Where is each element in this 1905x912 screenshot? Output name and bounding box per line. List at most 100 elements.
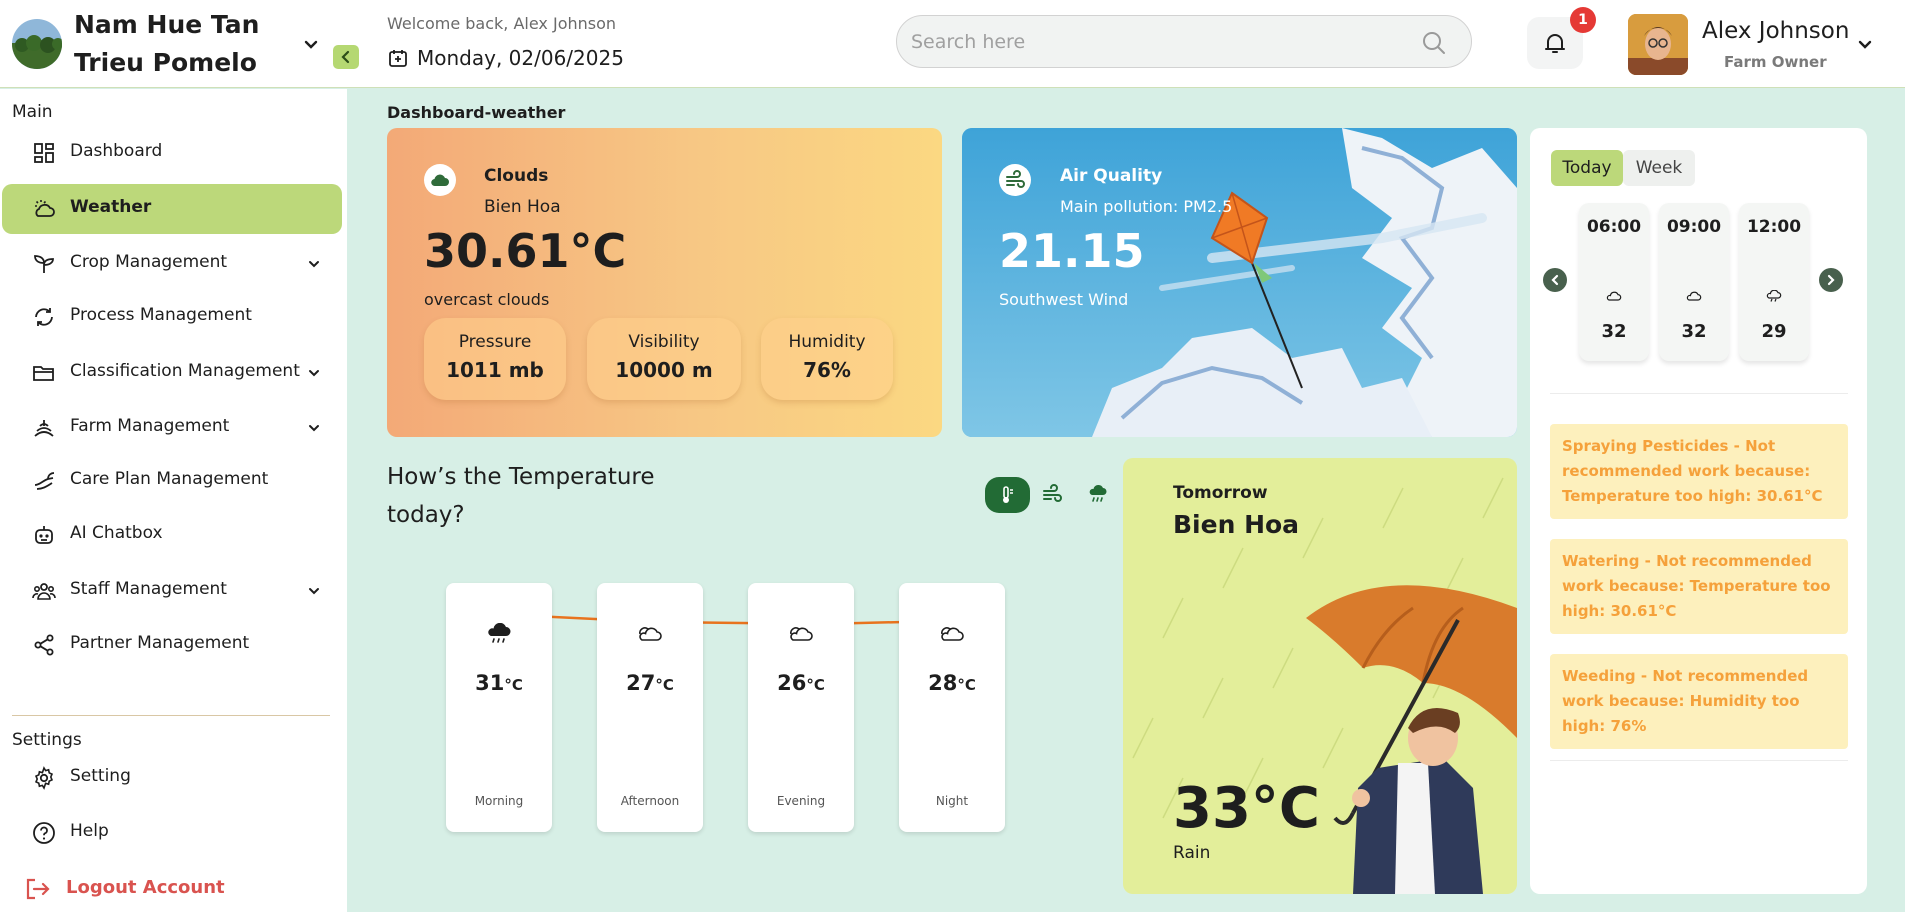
sidebar-item-label: Staff Management <box>70 579 227 599</box>
search-icon[interactable] <box>1421 30 1447 56</box>
cloud-icon <box>1686 290 1702 302</box>
hourly-forecast-card: 12:00 29 <box>1739 203 1809 361</box>
sidebar-item-label: Classification Management <box>70 361 300 381</box>
air-quality-value: 21.15 <box>999 224 1145 278</box>
current-weather-card: Clouds Bien Hoa 30.61°C overcast clouds … <box>387 128 942 437</box>
sidebar-item-farm-management[interactable]: Farm Management <box>2 403 342 453</box>
work-warning: Spraying Pesticides - Not recommended wo… <box>1550 424 1848 519</box>
stat-value: 10000 m <box>615 358 713 382</box>
hour-temperature: 29 <box>1761 321 1787 342</box>
sidebar-item-help[interactable]: Help <box>2 808 342 858</box>
logout-label: Logout Account <box>66 877 225 898</box>
stat-label: Visibility <box>628 332 700 352</box>
collapse-sidebar-button[interactable] <box>333 45 359 69</box>
sidebar-item-label: Weather <box>70 197 152 217</box>
stat-value: 76% <box>803 358 851 382</box>
work-warning: Weeding - Not recommended work because: … <box>1550 654 1848 749</box>
stat-value: 1011 mb <box>446 358 544 382</box>
previous-hours-button[interactable] <box>1543 268 1567 292</box>
air-quality-title: Air Quality <box>1060 166 1163 186</box>
sidebar-item-setting[interactable]: Setting <box>2 753 342 803</box>
sidebar-item-staff-management[interactable]: Staff Management <box>2 566 342 616</box>
logout-button[interactable]: Logout Account <box>2 869 342 909</box>
sidebar-divider <box>12 715 330 716</box>
sidebar-item-label: Care Plan Management <box>70 469 269 489</box>
weather-icon <box>32 197 56 221</box>
stat-label: Humidity <box>788 332 866 352</box>
sidebar-item-care-plan-management[interactable]: Care Plan Management <box>2 456 342 506</box>
sidebar-item-weather[interactable]: Weather <box>2 184 342 234</box>
tomorrow-forecast-card: Tomorrow Bien Hoa 33°C Rain <box>1123 458 1517 894</box>
avatar[interactable] <box>1628 14 1688 75</box>
temperature-card-afternoon: 27°C Afternoon <box>597 583 703 832</box>
temperature-card-evening: 26°C Evening <box>748 583 854 832</box>
leaf-hand-icon <box>32 469 56 493</box>
sidebar-item-partner-management[interactable]: Partner Management <box>2 620 342 670</box>
farm-icon <box>32 416 56 440</box>
temperature-card-morning: 31°C Morning <box>446 583 552 832</box>
tab-today[interactable]: Today <box>1551 150 1623 186</box>
wind-icon <box>999 164 1031 196</box>
user-name: Alex Johnson <box>1702 18 1850 44</box>
section-label-settings: Settings <box>12 730 82 750</box>
cloud-sun-icon <box>636 623 664 645</box>
hourly-forecast-card: 09:00 32 <box>1659 203 1729 361</box>
sidebar-item-classification-management[interactable]: Classification Management <box>2 348 342 398</box>
chevron-down-icon <box>305 364 323 382</box>
farm-chevron-down-icon[interactable] <box>300 34 322 56</box>
user-role: Farm Owner <box>1724 53 1827 71</box>
hourly-forecast-card: 06:00 32 <box>1579 203 1649 361</box>
user-menu-chevron-down-icon[interactable] <box>1854 34 1876 56</box>
chevron-down-icon <box>305 419 323 437</box>
help-icon <box>32 821 56 845</box>
sidebar-item-label: Help <box>70 821 109 841</box>
temperature-heading: How’s the Temperature today? <box>387 464 655 528</box>
period-label: Afternoon <box>620 794 680 808</box>
cloud-sun-icon <box>938 623 966 645</box>
page-title: Dashboard-weather <box>387 103 566 122</box>
temperature-card-night: 28°C Night <box>899 583 1005 832</box>
current-date: Monday, 02/06/2025 <box>417 46 624 70</box>
city-name: Bien Hoa <box>484 197 561 217</box>
bell-icon <box>1542 30 1568 56</box>
work-warning: Watering - Not recommended work because:… <box>1550 539 1848 634</box>
cloud-sun-icon <box>787 623 815 645</box>
sidebar-item-label: Partner Management <box>70 633 250 653</box>
sidebar-item-process-management[interactable]: Process Management <box>2 292 342 342</box>
top-header: Nam Hue Tan Trieu Pomelo Welcome back, A… <box>0 0 1905 88</box>
logout-icon <box>24 875 52 903</box>
sidebar-item-label: Farm Management <box>70 416 230 436</box>
cloud-rain-icon <box>485 623 513 645</box>
rain-toggle-icon[interactable] <box>1088 484 1108 504</box>
temperature-toggle-button[interactable] <box>985 477 1030 513</box>
temperature-value: 31°C <box>475 671 523 695</box>
weather-condition: Clouds <box>484 166 549 186</box>
period-label: Night <box>935 794 969 808</box>
kite-sky-illustration <box>962 128 1517 437</box>
hour-time: 09:00 <box>1666 217 1722 237</box>
farm-logo <box>12 19 62 69</box>
next-hours-button[interactable] <box>1819 268 1843 292</box>
wind-direction: Southwest Wind <box>999 290 1129 309</box>
search-input[interactable] <box>911 28 1411 56</box>
farm-name: Nam Hue Tan Trieu Pomelo <box>74 10 260 77</box>
chevron-down-icon <box>305 255 323 273</box>
forecast-panel: Today Week 06:00 32 09:00 32 12:00 29 Sp… <box>1530 128 1867 894</box>
sidebar-item-crop-management[interactable]: Crop Management <box>2 239 342 289</box>
panel-divider <box>1550 393 1848 394</box>
tomorrow-temperature: 33°C <box>1173 776 1321 841</box>
search-bar <box>896 15 1472 68</box>
pressure-stat: Pressure 1011 mb <box>424 318 566 400</box>
chevron-left-icon <box>1551 274 1559 286</box>
robot-icon <box>32 523 56 547</box>
dashboard-icon <box>32 141 56 165</box>
cloud-rain-icon <box>1766 290 1782 302</box>
panel-divider <box>1550 760 1848 761</box>
sidebar-item-dashboard[interactable]: Dashboard <box>2 128 342 178</box>
folder-icon <box>32 361 56 385</box>
wind-toggle-icon[interactable] <box>1042 484 1062 504</box>
hour-temperature: 32 <box>1601 321 1627 342</box>
tab-week[interactable]: Week <box>1623 150 1695 186</box>
sidebar-item-label: Process Management <box>70 305 252 325</box>
sidebar-item-ai-chatbox[interactable]: AI Chatbox <box>2 510 342 560</box>
